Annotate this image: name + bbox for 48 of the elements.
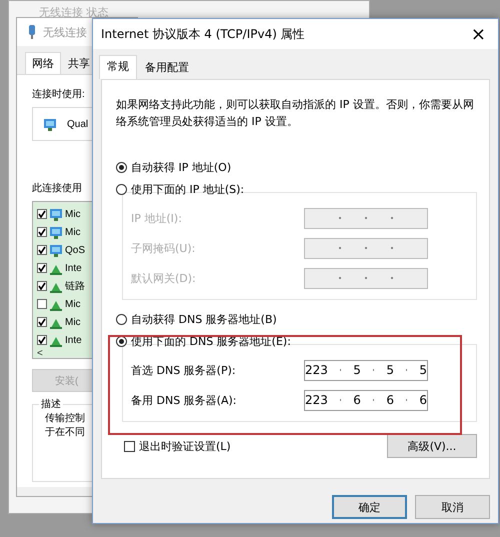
ip-address-field[interactable]: 223 6 6 6 bbox=[304, 390, 428, 410]
checkbox[interactable] bbox=[37, 227, 47, 237]
group-title: 描述 bbox=[39, 397, 63, 411]
checkbox[interactable] bbox=[37, 317, 47, 327]
list-item[interactable]: Mic bbox=[65, 316, 81, 328]
dialog-button[interactable]: 确定 bbox=[332, 495, 407, 519]
advanced-button[interactable]: 高级(V)... bbox=[387, 434, 477, 458]
field-label: 首选 DNS 服务器(P): bbox=[131, 362, 236, 378]
list-item[interactable]: Mic bbox=[65, 208, 81, 220]
adapter-name: Qual bbox=[67, 118, 88, 130]
radio-option[interactable]: 自动获得 DNS 服务器地址(B) bbox=[116, 308, 277, 330]
checkbox[interactable] bbox=[37, 209, 47, 219]
ip-address-field[interactable]: 223 5 5 5 bbox=[304, 360, 428, 380]
checkbox[interactable] bbox=[37, 263, 47, 273]
checkbox[interactable] bbox=[37, 299, 47, 309]
dialog-button[interactable]: 取消 bbox=[415, 495, 490, 519]
field-label: 子网掩码(U): bbox=[131, 240, 196, 256]
list-item[interactable]: Inte bbox=[65, 262, 82, 274]
tab[interactable]: 常规 bbox=[99, 55, 137, 79]
field-label: 备用 DNS 服务器(A): bbox=[131, 392, 236, 408]
checkbox[interactable] bbox=[37, 281, 47, 291]
list-item[interactable]: Mic bbox=[65, 226, 81, 238]
window-title: Internet 协议版本 4 (TCP/IPv4) 属性 bbox=[101, 26, 305, 42]
label: 连接时使用: bbox=[32, 88, 85, 101]
list-item[interactable]: 链路 bbox=[65, 279, 85, 293]
field-label: IP 地址(I): bbox=[131, 210, 182, 226]
tab[interactable]: 网络 bbox=[25, 52, 61, 74]
scroll-arrow[interactable]: < bbox=[37, 348, 43, 359]
list-item[interactable]: QoS bbox=[65, 244, 86, 256]
list-item[interactable]: Inte bbox=[65, 334, 82, 346]
radio-option[interactable]: 使用下面的 IP 地址(S): bbox=[116, 178, 244, 200]
wifi-adapter-icon bbox=[27, 25, 37, 39]
description-text: 传输控制 bbox=[45, 412, 85, 425]
checkbox[interactable] bbox=[37, 335, 47, 345]
window-title: 无线连接 bbox=[43, 26, 87, 40]
close-button[interactable]: × bbox=[466, 24, 490, 44]
checkbox-option[interactable]: 退出时验证设置(L) bbox=[124, 438, 231, 454]
description-text: 于在不同 bbox=[45, 426, 85, 439]
field-label: 默认网关(D): bbox=[131, 270, 196, 286]
checkbox[interactable] bbox=[37, 245, 47, 255]
list-item[interactable]: Mic bbox=[65, 298, 81, 310]
description-text: 如果网络支持此功能，则可以获取自动指派的 IP 设置。否则，你需要从网络系统管理员处获得适当的 IP 设置。 bbox=[116, 97, 475, 130]
label: 此连接使用 bbox=[32, 182, 82, 195]
network-adapter-icon bbox=[43, 118, 57, 130]
network-monitor-icon bbox=[49, 226, 63, 238]
radio-option[interactable]: 自动获得 IP 地址(O) bbox=[116, 156, 232, 178]
network-monitor-icon bbox=[49, 244, 63, 256]
network-monitor-icon bbox=[49, 208, 63, 220]
